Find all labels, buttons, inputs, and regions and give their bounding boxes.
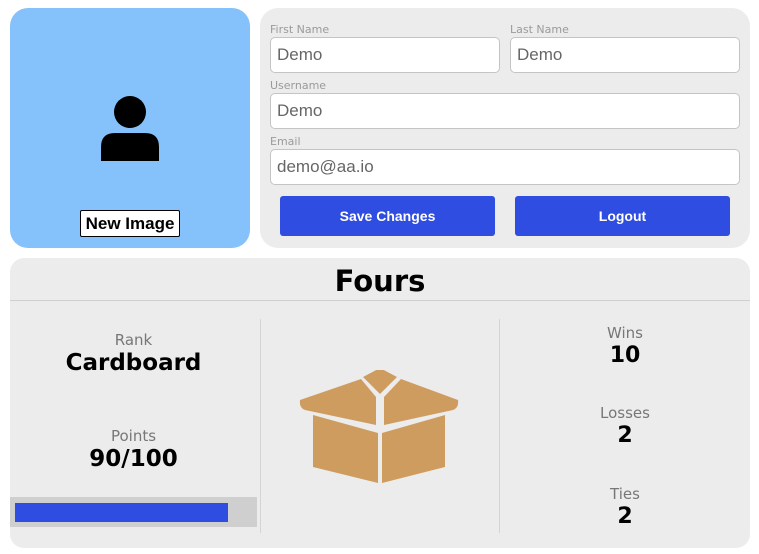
- username-field[interactable]: [270, 93, 740, 129]
- points-progress-bar: [10, 497, 257, 527]
- points-value: 90/100: [89, 446, 178, 472]
- ties-value: 2: [617, 504, 633, 529]
- cardboard-box-icon: [299, 370, 459, 483]
- points-progress-fill: [15, 503, 228, 522]
- logout-button[interactable]: Logout: [515, 196, 730, 236]
- stats-card: Fours Rank Cardboard Points 90/100 Wins …: [10, 258, 750, 548]
- rank-label: Rank: [114, 331, 153, 349]
- wins-value: 10: [609, 343, 641, 368]
- first-name-label: First Name: [270, 23, 330, 36]
- profile-form: First Name Last Name Username Email Save…: [260, 8, 750, 248]
- wins-label: Wins: [607, 324, 643, 342]
- email-label: Email: [270, 135, 301, 148]
- user-icon: [101, 96, 159, 161]
- points-label: Points: [110, 427, 157, 445]
- last-name-field[interactable]: [510, 37, 740, 73]
- last-name-label: Last Name: [510, 23, 569, 36]
- new-image-button[interactable]: New Image: [80, 210, 180, 237]
- ties-label: Ties: [610, 485, 640, 503]
- losses-label: Losses: [600, 404, 650, 422]
- avatar-card: New Image: [10, 8, 250, 248]
- email-field[interactable]: [270, 149, 740, 185]
- save-changes-button[interactable]: Save Changes: [280, 196, 495, 236]
- username-label: Username: [270, 79, 327, 92]
- first-name-field[interactable]: [270, 37, 500, 73]
- title-divider: [10, 300, 750, 301]
- game-mode-title: Fours: [334, 264, 426, 298]
- losses-value: 2: [617, 423, 633, 448]
- rank-value: Cardboard: [65, 350, 202, 376]
- column-divider-left: [260, 319, 261, 533]
